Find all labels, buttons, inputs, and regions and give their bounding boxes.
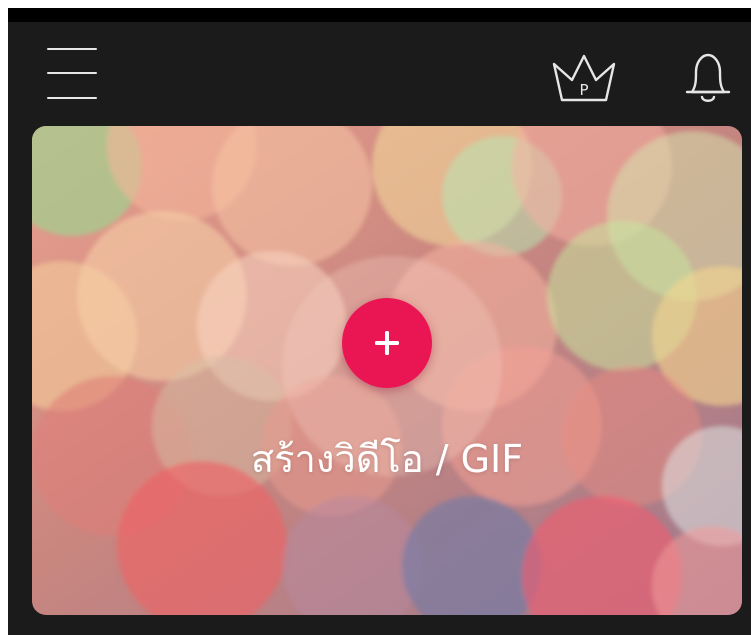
menu-button[interactable] — [42, 44, 102, 102]
premium-button[interactable]: P — [548, 50, 620, 108]
premium-badge-letter: P — [579, 81, 588, 99]
create-video-gif-label: สร้างวิดีโอ / GIF — [250, 437, 524, 481]
crown-icon: P — [552, 54, 616, 102]
bell-icon — [685, 53, 731, 102]
status-bar — [8, 8, 751, 22]
create-video-gif-card[interactable]: สร้างวิดีโอ / GIF — [32, 126, 742, 615]
notifications-button[interactable] — [678, 50, 738, 110]
app-screen: P สร้างวิดีโอ / GIF — [8, 8, 751, 635]
plus-icon — [375, 331, 399, 355]
top-app-bar: P — [8, 22, 751, 122]
add-video-button[interactable] — [342, 298, 432, 388]
